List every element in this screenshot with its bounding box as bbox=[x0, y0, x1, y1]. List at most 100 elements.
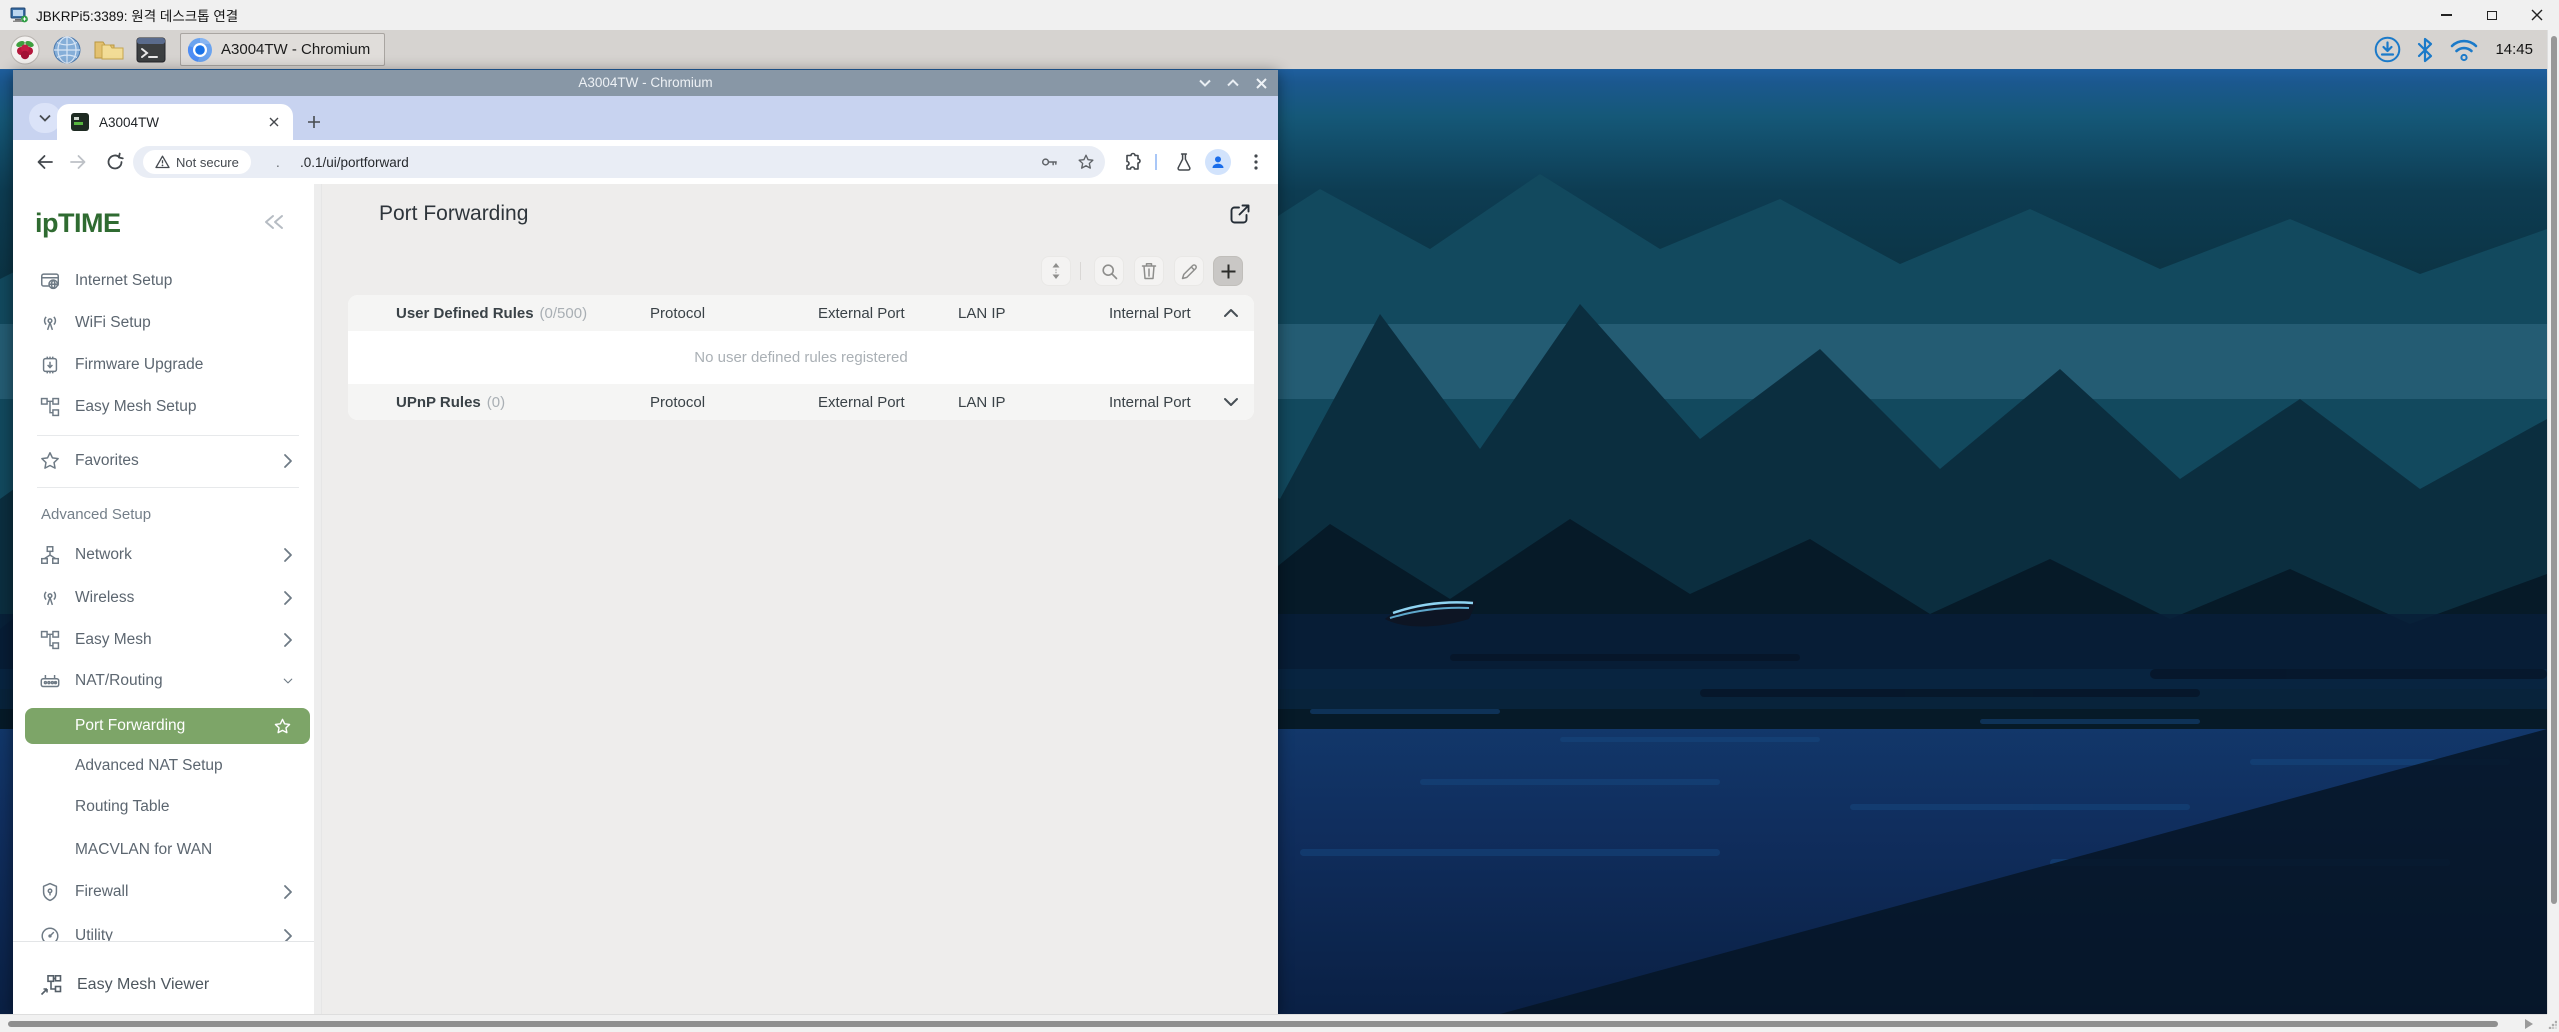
sidebar-scrollbar[interactable] bbox=[314, 184, 321, 1014]
sidebar-item-easy-mesh-viewer[interactable]: Easy Mesh Viewer bbox=[13, 964, 321, 1006]
chevron-right-icon bbox=[283, 884, 293, 900]
reload-button[interactable] bbox=[103, 150, 127, 174]
puzzle-icon bbox=[1123, 152, 1143, 172]
taskbar-clock[interactable]: 14:45 bbox=[2495, 41, 2533, 58]
rdp-horizontal-scrollbar[interactable] bbox=[0, 1014, 2547, 1032]
close-icon bbox=[269, 117, 279, 127]
favorite-star-icon[interactable] bbox=[273, 717, 292, 736]
bookmark-star-icon[interactable] bbox=[1077, 153, 1095, 171]
group-header-user-defined-rules[interactable]: User Defined Rules (0/500) Protocol Exte… bbox=[348, 295, 1254, 331]
delete-button[interactable] bbox=[1134, 256, 1164, 286]
person-icon bbox=[1210, 154, 1226, 170]
reorder-button[interactable] bbox=[1041, 256, 1071, 286]
scroll-right-arrow-icon[interactable] bbox=[2525, 1019, 2533, 1029]
chevron-right-icon bbox=[283, 632, 293, 648]
sidebar-item-favorites[interactable]: Favorites bbox=[13, 440, 321, 482]
page-title: Port Forwarding bbox=[379, 202, 528, 226]
taskbar-window-button-chromium[interactable]: A3004TW - Chromium bbox=[180, 33, 385, 66]
rules-card: User Defined Rules (0/500) Protocol Exte… bbox=[348, 295, 1254, 420]
rdp-close-button[interactable] bbox=[2514, 0, 2559, 30]
chevron-up-icon bbox=[1222, 304, 1240, 322]
close-icon bbox=[1256, 78, 1267, 89]
updater-tray-icon[interactable] bbox=[2374, 36, 2401, 63]
chromium-window-title: A3004TW - Chromium bbox=[13, 70, 1278, 96]
wifi-tray-icon[interactable] bbox=[2449, 37, 2479, 63]
taskbar-browser-button[interactable] bbox=[50, 33, 84, 67]
toolbar-divider bbox=[1155, 154, 1157, 170]
chromium-icon bbox=[187, 37, 213, 63]
sidebar-item-network[interactable]: Network bbox=[13, 534, 321, 576]
chromium-titlebar[interactable]: A3004TW - Chromium bbox=[13, 70, 1278, 96]
window-close-button[interactable] bbox=[1249, 71, 1273, 95]
column-protocol: Protocol bbox=[650, 384, 705, 420]
chevron-right-icon bbox=[283, 547, 293, 563]
sidebar-item-firmware-upgrade[interactable]: Firmware Upgrade bbox=[13, 344, 321, 386]
taskbar-menu-button[interactable] bbox=[8, 33, 42, 67]
security-chip[interactable]: Not secure bbox=[143, 150, 251, 174]
back-button[interactable] bbox=[33, 150, 57, 174]
tab-title: A3004TW bbox=[99, 115, 265, 130]
sidebar-item-routing-table[interactable]: Routing Table bbox=[13, 786, 321, 828]
sidebar-item-wifi-setup[interactable]: WiFi Setup bbox=[13, 302, 321, 344]
terminal-icon bbox=[136, 37, 166, 63]
minimize-icon bbox=[2441, 14, 2452, 16]
sidebar-item-port-forwarding-active[interactable]: Port Forwarding bbox=[25, 708, 310, 744]
forward-arrow-icon bbox=[68, 152, 88, 172]
sidebar-item-firewall[interactable]: Firewall bbox=[13, 871, 321, 913]
sort-arrows-icon bbox=[1049, 262, 1063, 280]
window-shade-button[interactable] bbox=[1193, 71, 1217, 95]
experiments-button[interactable] bbox=[1171, 149, 1197, 175]
sidebar-item-utility[interactable]: Utility bbox=[13, 915, 321, 942]
add-rule-button[interactable] bbox=[1213, 256, 1243, 286]
rdp-vertical-scrollbar[interactable] bbox=[2547, 30, 2559, 1014]
sidebar-section-label: Advanced Setup bbox=[41, 506, 151, 523]
url-text: .0.1/ui/portforward bbox=[300, 155, 409, 170]
group-header-upnp-rules[interactable]: UPnP Rules (0) Protocol External Port LA… bbox=[348, 384, 1254, 420]
chevron-down-icon bbox=[283, 676, 293, 686]
edit-button[interactable] bbox=[1174, 256, 1204, 286]
password-key-icon[interactable] bbox=[1040, 153, 1058, 171]
search-button[interactable] bbox=[1094, 256, 1124, 286]
mesh-viewer-icon bbox=[39, 973, 63, 997]
sidebar-divider bbox=[37, 435, 299, 436]
export-share-button[interactable] bbox=[1226, 200, 1254, 228]
sidebar-item-wireless[interactable]: Wireless bbox=[13, 577, 321, 619]
sidebar-collapse-button[interactable] bbox=[263, 214, 285, 230]
chevron-right-icon bbox=[283, 453, 293, 469]
sidebar-item-internet-setup[interactable]: Internet Setup bbox=[13, 260, 321, 302]
sidebar-scroll-area: ipTIME Internet Setup bbox=[13, 184, 321, 942]
rdp-horizontal-scrollbar-thumb[interactable] bbox=[8, 1021, 2498, 1027]
taskbar-terminal-button[interactable] bbox=[134, 33, 168, 67]
sidebar-item-easy-mesh-setup[interactable]: Easy Mesh Setup bbox=[13, 386, 321, 428]
rdp-maximize-button[interactable] bbox=[2469, 0, 2514, 30]
iptime-logo[interactable]: ipTIME bbox=[35, 208, 121, 239]
address-bar[interactable]: Not secure . .0.1/ui/portforward bbox=[133, 146, 1105, 178]
extensions-button[interactable] bbox=[1120, 149, 1146, 175]
sidebar-item-macvlan-for-wan[interactable]: MACVLAN for WAN bbox=[13, 829, 321, 871]
rdp-window-title: JBKRPi5:3389: 원격 데스크톱 연결 bbox=[36, 5, 238, 25]
rdp-minimize-button[interactable] bbox=[2424, 0, 2469, 30]
rdp-vertical-scrollbar-thumb[interactable] bbox=[2551, 36, 2557, 904]
column-lan-ip: LAN IP bbox=[958, 384, 1006, 420]
new-tab-button[interactable] bbox=[301, 109, 327, 135]
browser-menu-button[interactable] bbox=[1243, 149, 1269, 175]
sidebar-item-nat-routing[interactable]: NAT/Routing bbox=[13, 660, 321, 702]
tab-close-button[interactable] bbox=[265, 113, 283, 131]
sidebar-item-advanced-nat-setup[interactable]: Advanced NAT Setup bbox=[13, 745, 321, 787]
sidebar-item-easy-mesh[interactable]: Easy Mesh bbox=[13, 619, 321, 661]
window-maximize-button[interactable] bbox=[1221, 71, 1245, 95]
tab-a3004tw[interactable]: A3004TW bbox=[57, 104, 293, 140]
forward-button[interactable] bbox=[66, 150, 90, 174]
warning-triangle-icon bbox=[155, 155, 170, 169]
chevron-up-icon bbox=[1227, 79, 1239, 87]
bluetooth-tray-icon[interactable] bbox=[2417, 37, 2433, 63]
profile-avatar[interactable] bbox=[1205, 149, 1231, 175]
mesh-icon bbox=[39, 629, 61, 651]
chromium-window: A3004TW - Chromium A3004TW bbox=[13, 70, 1278, 1014]
web-browser-icon bbox=[52, 35, 82, 65]
taskbar-filemanager-button[interactable] bbox=[92, 33, 126, 67]
three-dots-icon bbox=[1254, 154, 1258, 170]
router-icon bbox=[39, 670, 61, 692]
rdp-resize-corner[interactable] bbox=[2547, 1014, 2559, 1032]
resize-grip-icon bbox=[2548, 1020, 2557, 1029]
